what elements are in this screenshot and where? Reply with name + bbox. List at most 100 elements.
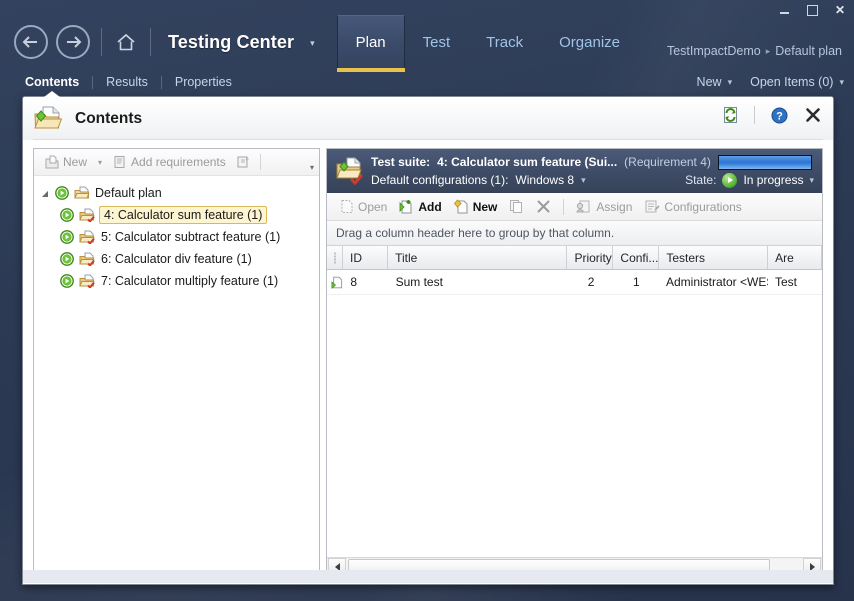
subnav-item-results[interactable]: Results	[93, 75, 161, 89]
panel-header: Contents ?	[23, 97, 833, 140]
open-requirement-button[interactable]	[231, 151, 256, 173]
breadcrumb: TestImpactDemo ▸ Default plan	[667, 44, 842, 58]
table-row[interactable]: 8 Sum test 2 1 Administrator <WES... Tes…	[327, 270, 822, 295]
header-divider	[754, 106, 755, 124]
tab-organize[interactable]: Organize	[541, 16, 638, 68]
configurations-value[interactable]: Windows 8	[515, 173, 574, 187]
tab-test[interactable]: Test	[405, 16, 469, 68]
column-header-id[interactable]: ID	[343, 246, 389, 269]
column-header-priority[interactable]: Priority	[567, 246, 614, 269]
panel-notch	[44, 91, 60, 97]
suite-detail-pane: Test suite: 4: Calculator sum feature (S…	[326, 148, 823, 576]
open-icon	[341, 200, 353, 213]
help-icon[interactable]: ?	[769, 105, 789, 125]
test-case-icon	[327, 270, 343, 294]
in-progress-icon	[60, 230, 74, 244]
state-control[interactable]: State: In progress ▾	[685, 172, 814, 188]
plan-folder-icon	[74, 186, 90, 199]
column-header-title[interactable]: Title	[388, 246, 568, 269]
tree-new-button[interactable]: New	[40, 151, 92, 173]
column-header-area[interactable]: Are	[768, 246, 822, 269]
requirement-suite-icon	[336, 157, 363, 186]
add-requirements-icon	[114, 156, 125, 168]
subnav-new-button[interactable]: New ▾	[697, 75, 733, 89]
add-icon	[399, 200, 412, 214]
configurations-icon	[645, 200, 660, 213]
chevron-down-icon: ▾	[839, 76, 844, 87]
grid-rows-area: 8 Sum test 2 1 Administrator <WES... Tes…	[327, 270, 822, 557]
refresh-icon[interactable]	[720, 105, 740, 125]
assign-label: Assign	[596, 199, 633, 214]
cell-title: Sum test	[395, 275, 443, 289]
breadcrumb-project[interactable]: TestImpactDemo	[667, 44, 761, 58]
cell-testers: Administrator <WES...	[665, 275, 768, 289]
tree-node-label: Default plan	[95, 186, 162, 200]
tree-new-chevron-down-icon[interactable]: ▾	[92, 158, 108, 167]
new-button[interactable]: New	[449, 195, 503, 218]
nav-divider-1	[101, 28, 102, 56]
requirement-suite-icon	[79, 230, 95, 244]
state-label: State:	[685, 173, 717, 187]
tree-node-suite-4[interactable]: 4: Calculator sum feature (1)	[34, 204, 319, 226]
add-button[interactable]: Add	[394, 195, 446, 218]
back-button-icon[interactable]	[14, 25, 48, 59]
maximize-icon[interactable]	[804, 3, 820, 17]
open-button[interactable]: Open	[335, 195, 392, 218]
home-icon[interactable]	[113, 29, 139, 55]
tree-node-default-plan[interactable]: ◢ Default plan	[34, 182, 319, 204]
open-requirement-icon	[237, 156, 249, 168]
cell-priority: 2	[587, 275, 595, 289]
requirement-suite-icon	[79, 274, 95, 288]
new-plan-icon	[45, 155, 59, 169]
column-header-grip[interactable]	[327, 246, 344, 269]
close-icon[interactable]: ✕	[832, 3, 848, 17]
in-progress-icon	[60, 274, 74, 288]
tree-node-label: 7: Calculator multiply feature (1)	[101, 274, 279, 288]
forward-button-icon[interactable]	[56, 25, 90, 59]
tab-track[interactable]: Track	[468, 16, 541, 68]
cell-config: 1	[633, 275, 640, 289]
requirement-suite-icon	[79, 208, 95, 222]
subnav-item-contents[interactable]: Contents	[12, 75, 92, 89]
assign-icon	[576, 200, 590, 213]
tree-expander-icon[interactable]: ◢	[40, 189, 50, 198]
subnav-open-items-label: Open Items (0)	[750, 75, 834, 89]
suite-name: 4: Calculator sum feature (Sui...	[437, 155, 618, 169]
copy-icon	[510, 200, 523, 213]
column-header-config[interactable]: Confi...	[613, 246, 660, 269]
close-panel-icon[interactable]	[803, 105, 823, 125]
contents-panel: Contents ? New ▾ Add requirements ▾ ◢ De…	[22, 96, 834, 585]
copy-button[interactable]	[504, 195, 529, 218]
tree-node-suite-6[interactable]: 6: Calculator div feature (1)	[34, 248, 319, 270]
column-header-testers[interactable]: Testers	[659, 246, 769, 269]
app-title-dropdown-icon[interactable]: ▾	[310, 38, 315, 49]
subnav-item-properties[interactable]: Properties	[162, 75, 245, 89]
delete-button[interactable]	[531, 195, 556, 218]
group-by-hint[interactable]: Drag a column header here to group by th…	[327, 221, 822, 246]
open-label: Open	[358, 199, 388, 214]
subnav-open-items-button[interactable]: Open Items (0) ▾	[750, 75, 844, 89]
app-title: Testing Center	[168, 31, 295, 52]
panel-status-strip	[22, 570, 834, 583]
configurations-label: Default configurations (1):	[371, 173, 509, 187]
tree-toolbar: New ▾ Add requirements ▾	[34, 149, 319, 176]
breadcrumb-plan[interactable]: Default plan	[775, 44, 842, 58]
subnav-new-label: New	[696, 75, 722, 89]
suite-header: Test suite: 4: Calculator sum feature (S…	[327, 149, 822, 193]
state-chevron-down-icon[interactable]: ▾	[809, 175, 814, 186]
cell-area: Test	[774, 275, 797, 289]
in-progress-icon	[722, 172, 738, 188]
in-progress-icon	[55, 186, 69, 200]
minimize-icon[interactable]	[776, 3, 792, 17]
arrow-right-icon	[67, 36, 82, 48]
configurations-button[interactable]: Configurations	[639, 195, 746, 218]
tab-plan[interactable]: Plan	[336, 15, 405, 72]
tree-toolbar-overflow-icon[interactable]: ▾	[310, 163, 314, 172]
tree-node-suite-5[interactable]: 5: Calculator subtract feature (1)	[34, 226, 319, 248]
tree-node-suite-7[interactable]: 7: Calculator multiply feature (1)	[34, 270, 319, 292]
assign-button[interactable]: Assign	[571, 195, 637, 218]
configurations-chevron-down-icon[interactable]: ▾	[581, 175, 586, 186]
breadcrumb-separator-icon: ▸	[765, 45, 771, 56]
add-requirements-button[interactable]: Add requirements	[108, 151, 231, 173]
add-requirements-label: Add requirements	[131, 155, 226, 169]
